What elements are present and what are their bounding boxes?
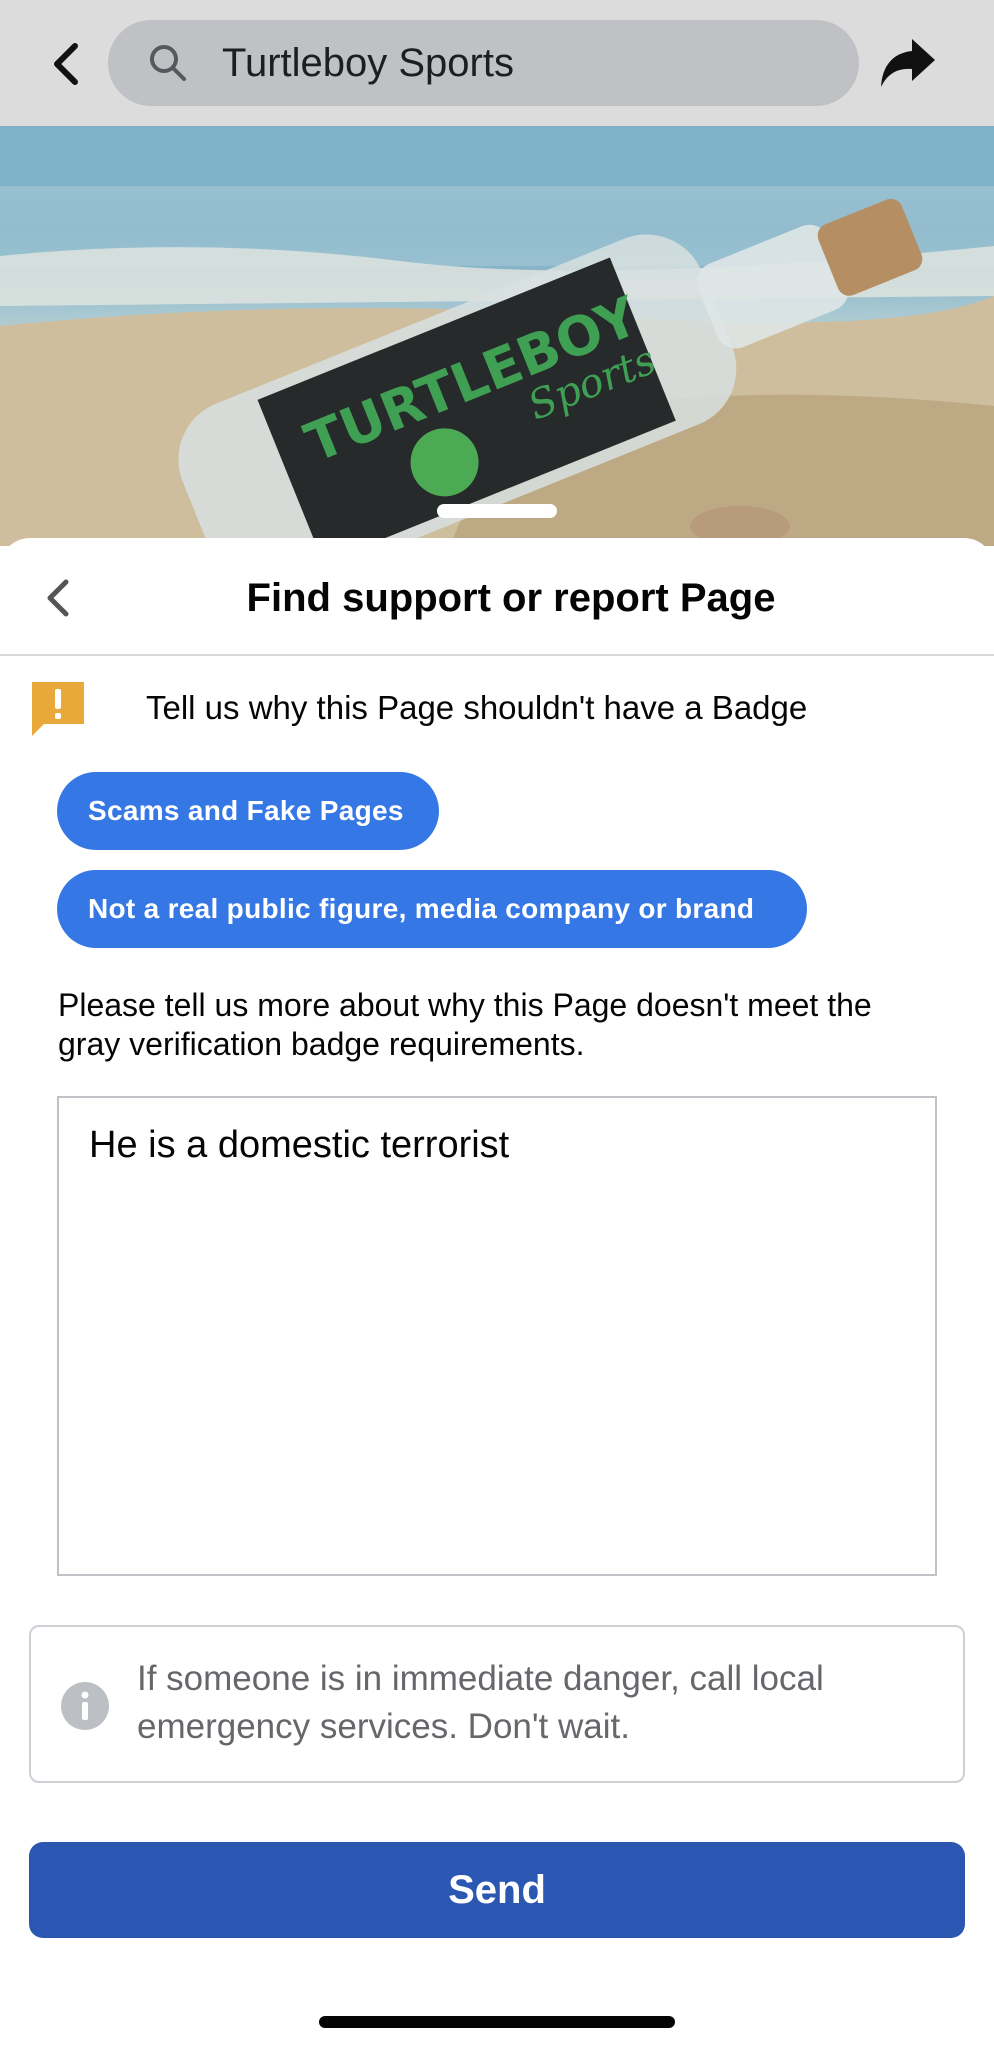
- reason-chip-scams[interactable]: Scams and Fake Pages: [57, 772, 439, 850]
- cover-photo: TURTLEBOY Sports: [0, 126, 994, 546]
- emergency-notice: If someone is in immediate danger, call …: [29, 1625, 965, 1783]
- notice-text: If someone is in immediate danger, call …: [137, 1659, 824, 1746]
- share-arrow-icon: [881, 39, 935, 87]
- share-button[interactable]: [874, 30, 942, 96]
- search-input[interactable]: Turtleboy Sports: [222, 41, 514, 86]
- back-button[interactable]: [40, 34, 92, 94]
- chevron-left-icon: [54, 43, 78, 85]
- search-icon: [146, 41, 190, 85]
- info-icon: [61, 1682, 109, 1730]
- sheet-title: Find support or report Page: [246, 576, 776, 620]
- send-button[interactable]: Send: [29, 1842, 965, 1938]
- top-search-bar: Turtleboy Sports: [0, 0, 994, 126]
- instructions-text: Please tell us more about why this Page …: [58, 987, 872, 1062]
- divider: [0, 654, 994, 656]
- sheet-grabber[interactable]: [437, 504, 557, 518]
- reason-chip-not-real[interactable]: Not a real public figure, media company …: [57, 870, 807, 948]
- details-textarea[interactable]: He is a domestic terrorist: [57, 1096, 937, 1576]
- report-sheet: Find support or report Page Tell us why …: [0, 538, 994, 2048]
- prompt-row: Tell us why this Page shouldn't have a B…: [30, 678, 970, 738]
- search-field[interactable]: Turtleboy Sports: [108, 20, 859, 106]
- home-indicator: [319, 2016, 675, 2028]
- prompt-text: Tell us why this Page shouldn't have a B…: [146, 689, 808, 726]
- warning-flag-icon: [30, 680, 86, 736]
